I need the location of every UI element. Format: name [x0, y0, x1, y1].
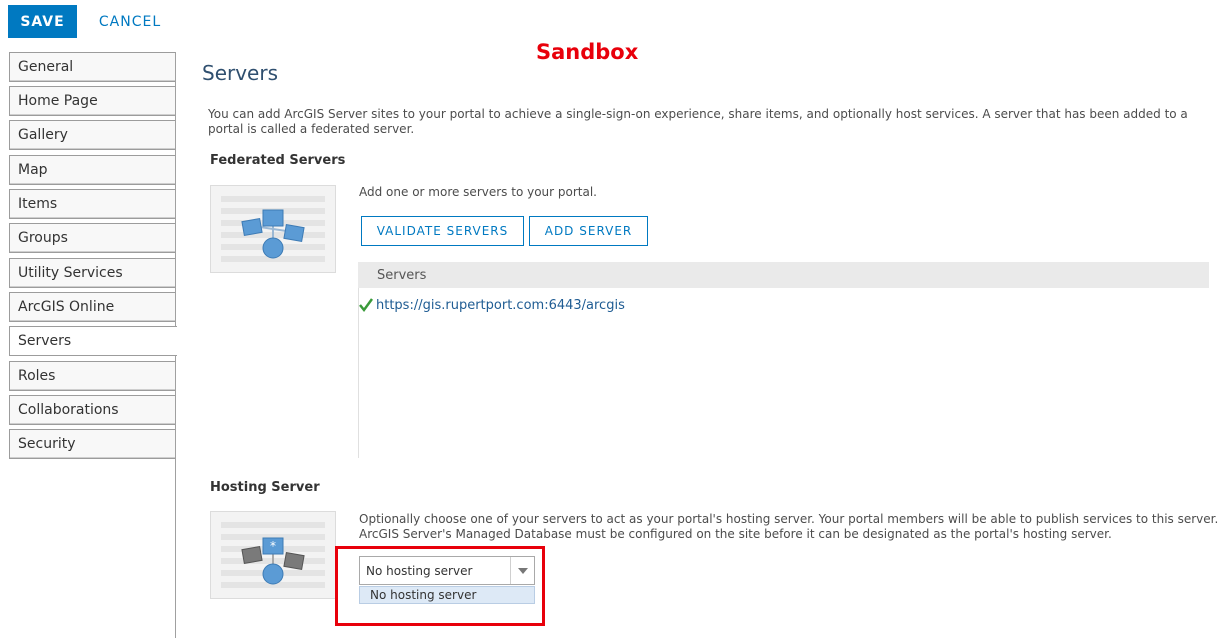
- sidebar-item-arcgis-online[interactable]: ArcGIS Online: [9, 292, 175, 322]
- sidebar-item-label: Home Page: [18, 93, 98, 109]
- sidebar-item-label: Items: [18, 196, 58, 212]
- servers-list-header: Servers: [358, 262, 1209, 288]
- add-servers-text: Add one or more servers to your portal.: [359, 185, 597, 199]
- sidebar-item-collaborations[interactable]: Collaborations: [9, 395, 175, 425]
- sidebar-item-groups[interactable]: Groups: [9, 223, 175, 253]
- sidebar-item-gallery[interactable]: Gallery: [9, 120, 175, 150]
- highlight-box-annotation: [335, 546, 545, 626]
- federated-servers-heading: Federated Servers: [210, 153, 346, 168]
- hosting-server-illustration: *: [210, 511, 336, 599]
- sidebar-item-label: Roles: [18, 368, 56, 384]
- add-server-button[interactable]: ADD SERVER: [529, 216, 648, 246]
- sidebar-item-roles[interactable]: Roles: [9, 361, 175, 391]
- cancel-button[interactable]: CANCEL: [92, 5, 168, 38]
- servers-list-header-label: Servers: [377, 267, 427, 283]
- sidebar-item-security[interactable]: Security: [9, 429, 175, 459]
- federated-servers-illustration: [210, 185, 336, 273]
- top-toolbar: SAVE CANCEL: [0, 0, 1229, 44]
- sidebar-item-label: Utility Services: [18, 265, 123, 281]
- sidebar-item-label: Groups: [18, 230, 68, 246]
- sidebar-item-label: Servers: [18, 333, 72, 349]
- sidebar-item-items[interactable]: Items: [9, 189, 175, 219]
- sidebar-item-label: Map: [18, 162, 48, 178]
- hosting-server-icon: *: [221, 522, 325, 588]
- sidebar-item-label: Gallery: [18, 127, 68, 143]
- hosting-server-heading: Hosting Server: [210, 480, 320, 495]
- sidebar-item-label: Collaborations: [18, 402, 119, 418]
- hosting-server-description: Optionally choose one of your servers to…: [359, 512, 1219, 541]
- server-network-icon: [221, 196, 325, 262]
- server-row: https://gis.rupertport.com:6443/arcgis: [358, 296, 625, 314]
- sidebar-divider-top: [175, 52, 176, 326]
- check-icon: [358, 296, 376, 314]
- sidebar-item-label: General: [18, 59, 74, 75]
- intro-text: You can add ArcGIS Server sites to your …: [208, 107, 1188, 136]
- page-title: Servers: [202, 61, 279, 85]
- servers-list-panel: Servers https://gis.rupertport.com:6443/…: [358, 262, 1209, 458]
- sidebar-item-servers[interactable]: Servers: [9, 326, 177, 356]
- sidebar-item-label: Security: [18, 436, 76, 452]
- sidebar-item-home-page[interactable]: Home Page: [9, 86, 175, 116]
- sidebar-item-general[interactable]: General: [9, 52, 175, 82]
- sidebar-divider-mid: [175, 356, 176, 410]
- settings-sidebar: General Home Page Gallery Map Items Grou…: [9, 52, 177, 638]
- sidebar-divider: [175, 410, 176, 638]
- sidebar-item-label: ArcGIS Online: [18, 299, 115, 315]
- sidebar-item-utility-services[interactable]: Utility Services: [9, 258, 175, 288]
- validate-servers-button[interactable]: VALIDATE SERVERS: [361, 216, 524, 246]
- sandbox-annotation: Sandbox: [536, 40, 639, 64]
- save-button[interactable]: SAVE: [8, 5, 77, 38]
- server-url-link[interactable]: https://gis.rupertport.com:6443/arcgis: [376, 298, 625, 313]
- sidebar-item-map[interactable]: Map: [9, 155, 175, 185]
- svg-text:*: *: [270, 539, 276, 553]
